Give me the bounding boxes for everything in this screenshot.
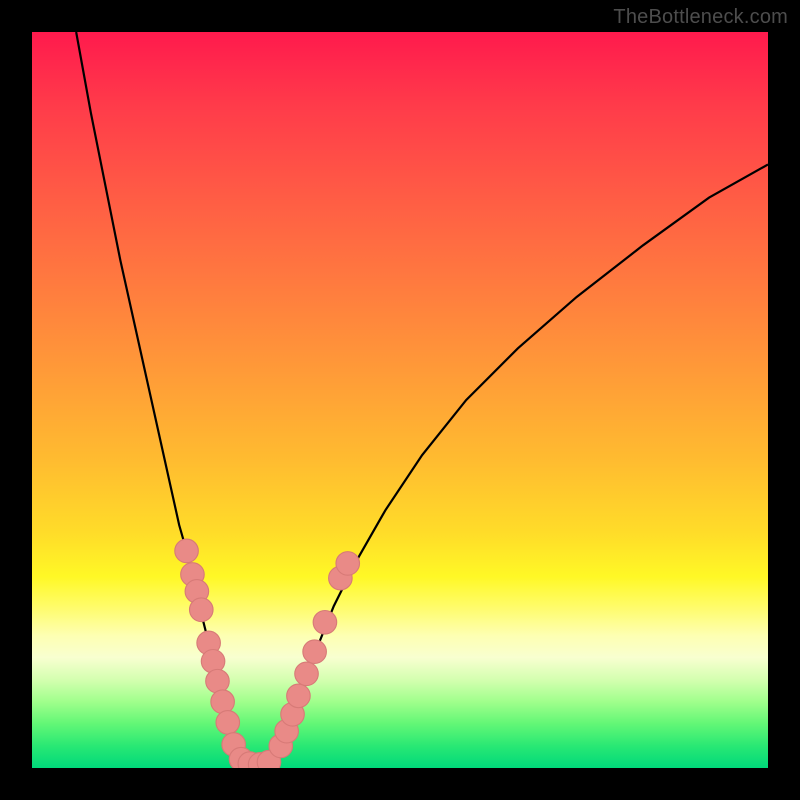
plot-area bbox=[32, 32, 768, 768]
chart-svg bbox=[32, 32, 768, 768]
bottleneck-curve bbox=[76, 32, 768, 766]
chart-frame: TheBottleneck.com bbox=[0, 0, 800, 800]
watermark-text: TheBottleneck.com bbox=[613, 6, 788, 29]
data-markers bbox=[175, 539, 360, 768]
